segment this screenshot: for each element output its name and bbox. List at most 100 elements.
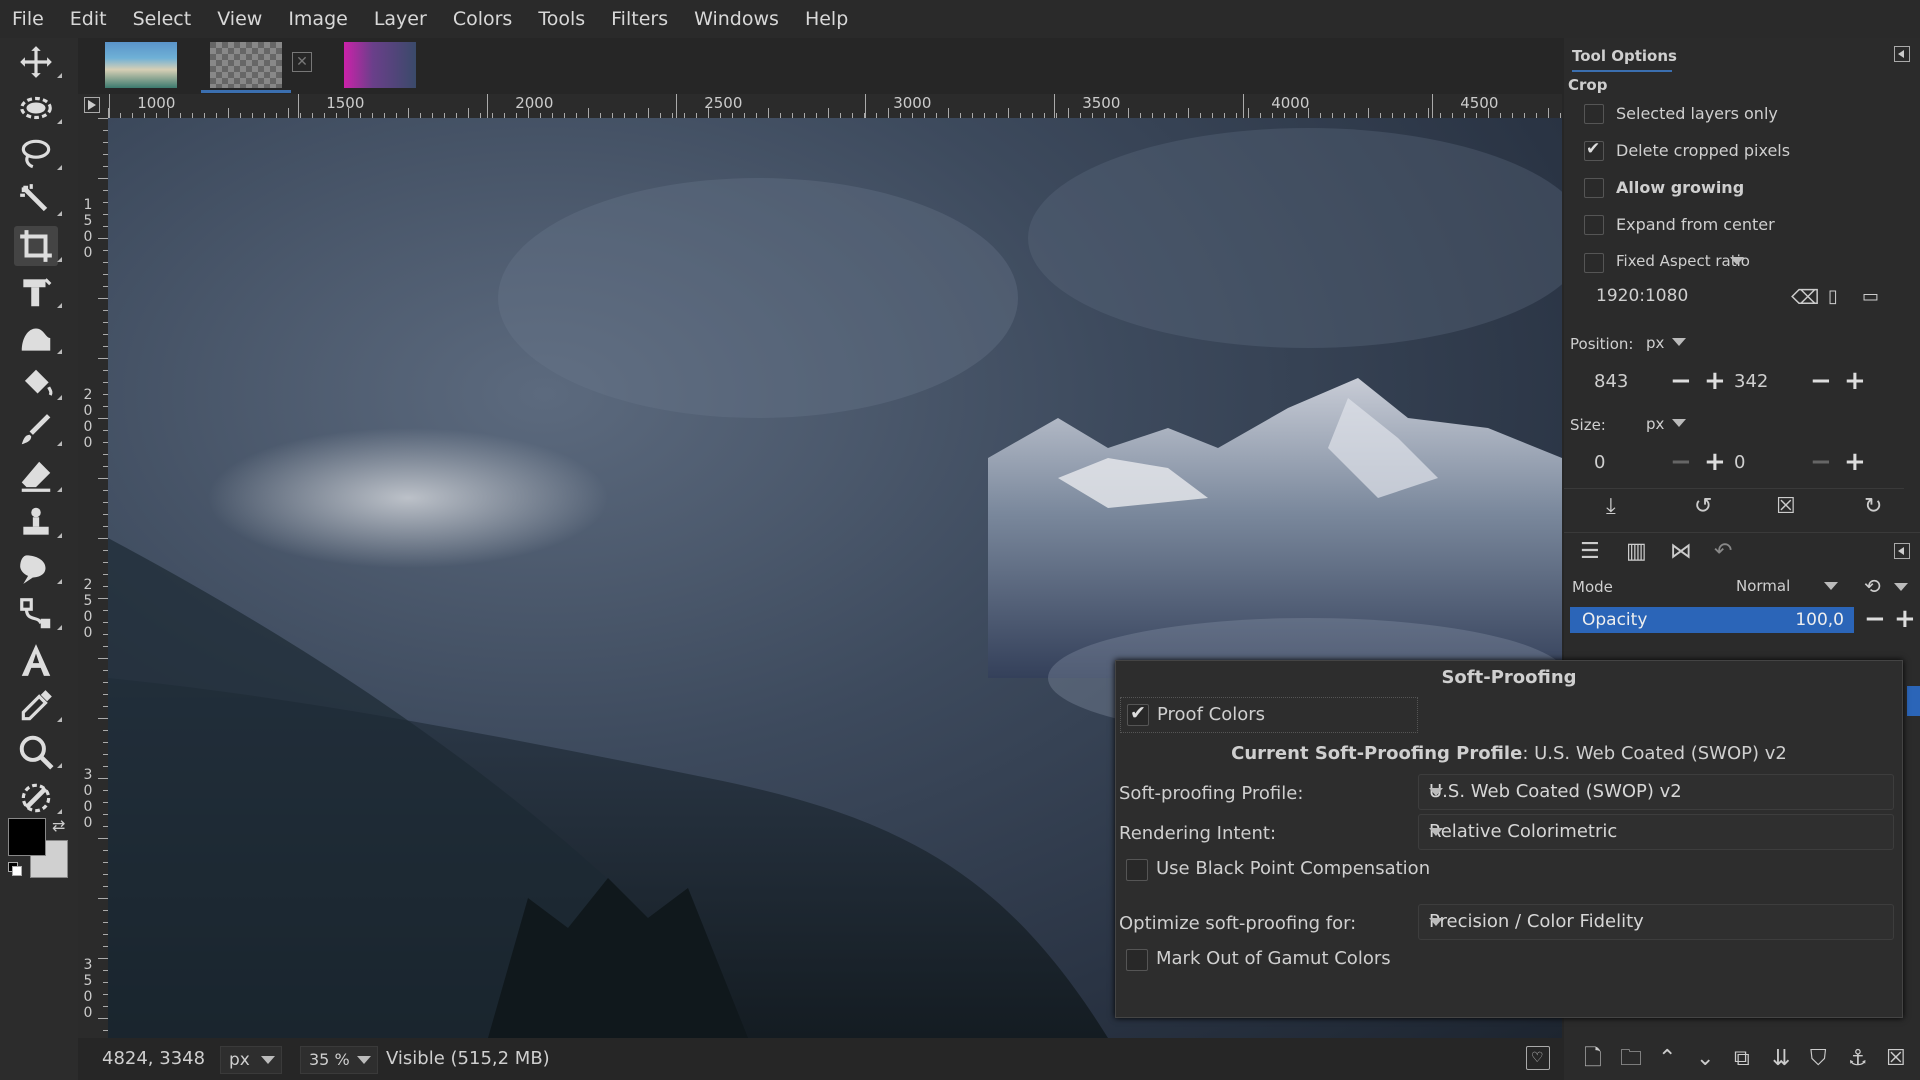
portrait-icon[interactable]: ▯ <box>1828 285 1838 309</box>
decrement-icon[interactable]: − <box>1810 449 1832 475</box>
size-height-value[interactable]: 0 <box>1734 452 1745 473</box>
menu-edit[interactable]: Edit <box>57 0 120 38</box>
increment-icon[interactable]: + <box>1894 606 1916 632</box>
menu-layer[interactable]: Layer <box>361 0 440 38</box>
size-width-value[interactable]: 0 <box>1594 452 1605 473</box>
proof-colors-checkbox[interactable] <box>1127 702 1149 726</box>
paths-tab-icon[interactable]: ⋈ <box>1670 540 1692 564</box>
raise-layer-icon[interactable]: ⌃ <box>1658 1047 1676 1071</box>
close-tab-icon[interactable]: ✕ <box>292 52 312 72</box>
smudge-icon[interactable] <box>14 548 62 588</box>
new-layer-group-icon[interactable]: 🗀 <box>1620 1047 1642 1071</box>
ellipse-select-icon[interactable] <box>14 88 62 128</box>
panel-menu-icon[interactable] <box>1894 46 1910 62</box>
decrement-icon[interactable]: − <box>1864 606 1886 632</box>
opacity-slider[interactable]: Opacity 100,0 <box>1570 607 1854 633</box>
delete-layer-icon[interactable]: ☒ <box>1886 1047 1906 1071</box>
clear-field-icon[interactable]: ⌫ <box>1791 285 1819 309</box>
fixed-checkbox[interactable] <box>1584 253 1604 273</box>
zoom-selector[interactable]: 35 % <box>300 1046 378 1074</box>
quick-mask-icon[interactable] <box>84 97 100 113</box>
ruler-label: 0 <box>83 625 93 641</box>
restore-tool-preset-icon[interactable]: ↺ <box>1694 495 1712 519</box>
size-unit-selector[interactable]: px <box>1638 409 1694 437</box>
optimize-select[interactable]: Precision / Color Fidelity <box>1418 904 1894 940</box>
zoom-icon[interactable] <box>14 732 62 772</box>
menu-view[interactable]: View <box>204 0 275 38</box>
crop-icon[interactable] <box>14 226 62 266</box>
image-tab-thumbnail[interactable] <box>105 42 177 88</box>
image-tab-thumbnail[interactable] <box>210 42 282 88</box>
layer-selected-row[interactable] <box>1907 686 1920 716</box>
duplicate-layer-icon[interactable]: ⧉ <box>1734 1047 1750 1071</box>
menu-help[interactable]: Help <box>792 0 861 38</box>
expand-from-center-checkbox[interactable] <box>1584 215 1604 235</box>
foreground-color-swatch[interactable] <box>8 818 46 856</box>
position-x-value[interactable]: 843 <box>1594 371 1628 392</box>
lower-layer-icon[interactable]: ⌄ <box>1696 1047 1714 1071</box>
tab-tool-options[interactable]: Tool Options <box>1572 42 1677 72</box>
menu-windows[interactable]: Windows <box>681 0 792 38</box>
anchor-icon[interactable]: ⚓ <box>1848 1047 1868 1071</box>
landscape-icon[interactable]: ▭ <box>1862 285 1879 309</box>
horizontal-ruler[interactable]: 1000 1500 2000 2500 3000 3500 4000 4500 <box>108 94 1562 119</box>
decrement-icon[interactable]: − <box>1670 449 1692 475</box>
menu-filters[interactable]: Filters <box>598 0 681 38</box>
gegl-operation-icon[interactable] <box>14 778 62 818</box>
proof-colors-toggle[interactable]: Proof Colors <box>1120 697 1418 733</box>
default-colors-icon[interactable] <box>8 862 22 876</box>
increment-icon[interactable]: + <box>1844 449 1866 475</box>
vertical-ruler[interactable]: 15002000250030003500 <box>78 118 109 1038</box>
bucket-fill-icon[interactable] <box>14 364 62 404</box>
layers-tab-icon[interactable]: ☰ <box>1580 540 1600 564</box>
switch-mode-icon[interactable]: ⟲ <box>1864 574 1881 598</box>
reset-tool-options-icon[interactable]: ↻ <box>1864 495 1882 519</box>
rendering-intent-select[interactable]: Relative Colorimetric <box>1418 814 1894 850</box>
ruler-corner[interactable] <box>78 94 108 118</box>
move-tool-icon[interactable] <box>14 42 62 82</box>
increment-icon[interactable]: + <box>1704 368 1726 394</box>
mask-icon[interactable]: ⛉ <box>1810 1047 1827 1071</box>
allow-growing-checkbox[interactable] <box>1584 178 1604 198</box>
menu-select[interactable]: Select <box>120 0 205 38</box>
fixed-mode-selector[interactable]: Fixed Aspect ratio <box>1608 246 1750 276</box>
merge-layer-icon[interactable]: ⇊ <box>1772 1047 1790 1071</box>
paintbrush-icon[interactable] <box>14 410 62 450</box>
channels-tab-icon[interactable]: ▥ <box>1626 540 1647 564</box>
decrement-icon[interactable]: − <box>1810 368 1832 394</box>
menu-colors[interactable]: Colors <box>440 0 526 38</box>
unified-transform-icon[interactable] <box>14 272 62 312</box>
undo-history-tab-icon[interactable]: ↶ <box>1714 540 1732 564</box>
new-layer-icon[interactable]: 🗋 <box>1584 1047 1602 1071</box>
menu-tools[interactable]: Tools <box>525 0 598 38</box>
image-tab-thumbnail[interactable] <box>344 42 416 88</box>
increment-icon[interactable]: + <box>1704 449 1726 475</box>
color-picker-icon[interactable] <box>14 686 62 726</box>
position-y-value[interactable]: 342 <box>1734 371 1768 392</box>
chevron-down-icon <box>1429 788 1443 796</box>
soft-proofing-profile-select[interactable]: U.S. Web Coated (SWOP) v2 <box>1418 774 1894 810</box>
eraser-icon[interactable] <box>14 456 62 496</box>
lasso-icon[interactable] <box>14 134 62 174</box>
position-unit-selector[interactable]: px <box>1638 328 1694 356</box>
menu-image[interactable]: Image <box>275 0 361 38</box>
delete-cropped-pixels-checkbox[interactable] <box>1584 139 1604 161</box>
panel-menu-icon[interactable] <box>1894 543 1910 559</box>
navigate-icon[interactable]: ♡ <box>1526 1046 1550 1070</box>
warp-transform-icon[interactable] <box>14 318 62 358</box>
fuzzy-select-icon[interactable] <box>14 180 62 220</box>
delete-tool-preset-icon[interactable]: ☒ <box>1776 495 1796 519</box>
clone-stamp-icon[interactable] <box>14 502 62 542</box>
decrement-icon[interactable]: − <box>1670 368 1692 394</box>
save-tool-preset-icon[interactable]: ⤓ <box>1606 495 1616 519</box>
paths-icon[interactable] <box>14 594 62 634</box>
selected-layers-only-checkbox[interactable] <box>1584 104 1604 124</box>
black-point-compensation-checkbox[interactable] <box>1126 859 1148 881</box>
mark-out-of-gamut-checkbox[interactable] <box>1126 949 1148 971</box>
unit-selector[interactable]: px <box>220 1046 282 1074</box>
aspect-ratio-field[interactable]: 1920:1080 <box>1584 282 1804 312</box>
menu-file[interactable]: File <box>0 0 57 38</box>
increment-icon[interactable]: + <box>1844 368 1866 394</box>
text-tool-icon[interactable] <box>14 640 58 680</box>
layer-mode-selector[interactable]: Normal <box>1732 572 1842 600</box>
